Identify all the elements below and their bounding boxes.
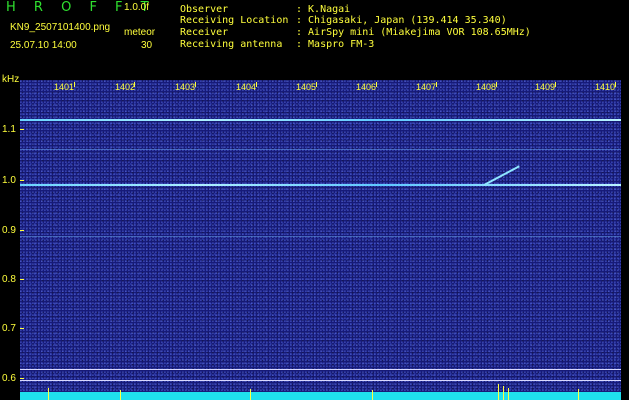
y-tick — [20, 328, 24, 329]
x-tick-label: 1405 — [296, 82, 317, 92]
receiver-label: Receiver — [180, 27, 229, 38]
y-tick — [20, 129, 24, 130]
app-version: 1.0.0f — [124, 2, 150, 13]
y-tick — [20, 180, 24, 181]
faint-line — [20, 149, 621, 150]
signal-spike — [578, 389, 579, 400]
signal-spike — [48, 388, 49, 400]
mode-label: meteor — [124, 27, 156, 38]
signal-spike — [503, 386, 504, 400]
x-tick — [195, 82, 196, 87]
faint-line — [20, 236, 621, 237]
y-tick-label: 0.9 — [2, 225, 16, 236]
header-panel: H R O F F T 1.0.0f KN9_2507101400.png 25… — [0, 0, 629, 74]
x-tick — [555, 82, 556, 87]
x-tick — [74, 82, 75, 87]
x-tick — [436, 82, 437, 87]
mode-value: 30 — [141, 40, 153, 51]
location-label: Receiving Location — [180, 15, 289, 26]
signal-spike — [372, 390, 373, 400]
y-tick-label: 0.7 — [2, 323, 16, 334]
x-tick-label: 1410 — [595, 82, 616, 92]
reference-line — [20, 380, 621, 381]
x-tick — [256, 82, 257, 87]
spectrogram-plot — [20, 80, 621, 400]
signal-spike — [120, 390, 121, 400]
x-tick-label: 1402 — [115, 82, 136, 92]
x-tick-label: 1408 — [476, 82, 497, 92]
antenna-label: Receiving antenna — [180, 39, 283, 50]
receiver-value: : AirSpy mini (Miakejima VOR 108.65MHz) — [296, 27, 531, 38]
y-tick-label: 0.6 — [2, 373, 16, 384]
signal-spike — [498, 384, 499, 400]
right-border — [621, 74, 629, 400]
x-tick-label: 1406 — [356, 82, 377, 92]
x-tick — [134, 82, 135, 87]
file-name: KN9_2507101400.png — [10, 22, 111, 33]
y-tick — [20, 279, 24, 280]
unit-label: kHz — [2, 74, 20, 85]
location-value: : Chigasaki, Japan (139.414 35.340) — [296, 15, 507, 26]
x-tick — [316, 82, 317, 87]
carrier-line — [20, 119, 621, 121]
observer-value: : K.Nagai — [296, 4, 351, 15]
x-tick-label: 1403 — [175, 82, 196, 92]
x-tick — [376, 82, 377, 87]
x-tick-label: 1407 — [416, 82, 437, 92]
signal-spike — [508, 388, 509, 400]
y-tick-label: 1.1 — [2, 124, 16, 135]
x-tick-label: 1404 — [236, 82, 257, 92]
y-tick — [20, 378, 24, 379]
signal-spike — [250, 389, 251, 400]
carrier-line — [20, 184, 621, 186]
x-tick-label: 1401 — [54, 82, 75, 92]
x-tick — [496, 82, 497, 87]
y-tick-label: 0.8 — [2, 274, 16, 285]
capture-datetime: 25.07.10 14:00 — [10, 40, 77, 51]
y-tick — [20, 230, 24, 231]
x-tick — [615, 82, 616, 87]
antenna-value: : Maspro FM-3 — [296, 39, 375, 50]
power-baseline — [20, 392, 621, 400]
x-tick-label: 1409 — [535, 82, 556, 92]
reference-line — [20, 369, 621, 370]
y-tick-label: 1.0 — [2, 175, 16, 186]
observer-label: Observer — [180, 4, 229, 15]
